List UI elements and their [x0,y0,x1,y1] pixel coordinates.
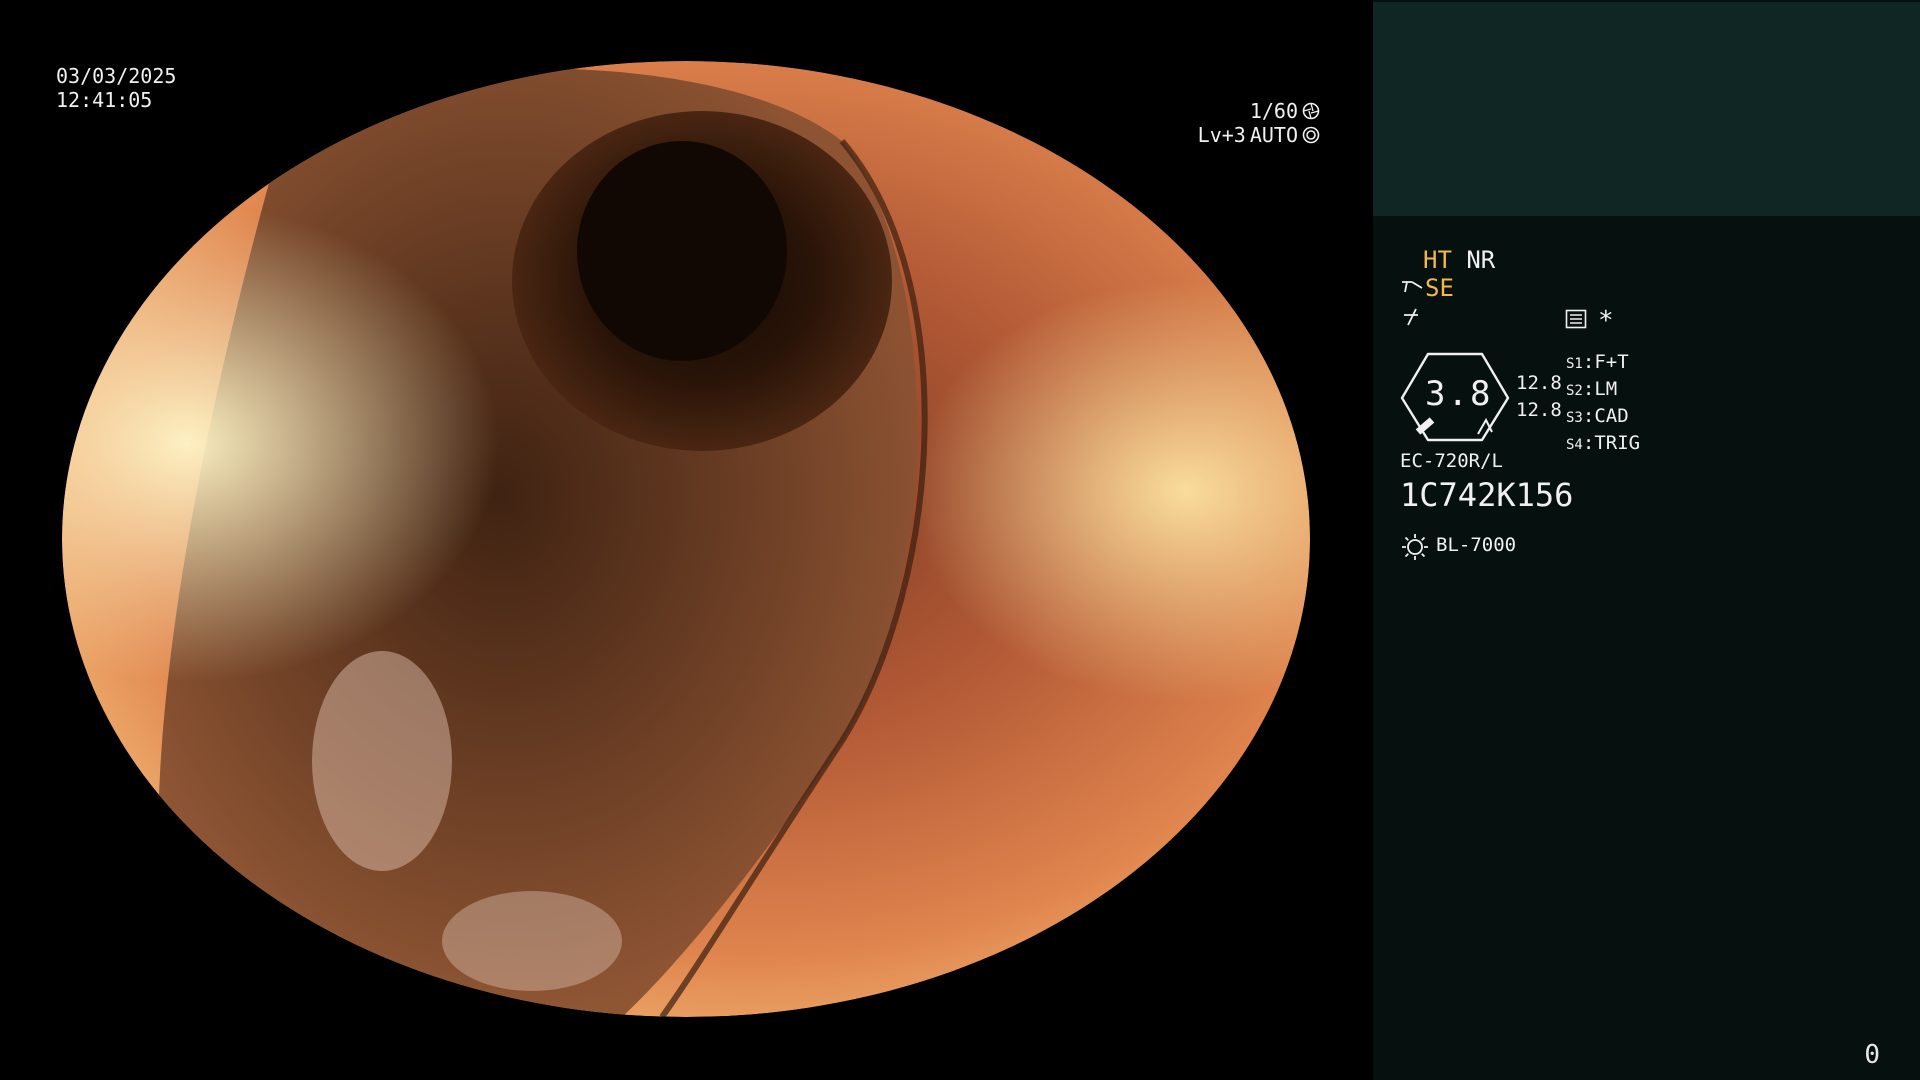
mode-ht: HT [1423,246,1452,274]
exposure-readout: 1/60 Lv+3 AUTO [1198,99,1320,147]
endoscope-view: 03/03/2025 12:41:05 1/60 Lv+3 AUTO [0,0,1372,1080]
side-panel: HT NR SE * 3.8 12.8 12.8 S1:F+T S2:LM S3… [1373,0,1920,1080]
scope-tip-icon [1402,281,1423,293]
image-crop-bottom [0,1017,1372,1080]
colon-lumen-image [62,61,1310,1017]
lamp-icon [1402,534,1428,560]
processing-modes: HT NR [1423,246,1495,274]
iris-icon [1302,126,1320,144]
gauge-side-top: 12.8 [1516,372,1562,394]
switch-s2: S2:LM [1566,378,1618,400]
gauge-side-bottom: 12.8 [1516,399,1562,421]
endoscopic-image [62,61,1310,1017]
switch-s4: S4:TRIG [1566,432,1641,454]
shutter-icon [1302,102,1320,120]
date-text: 03/03/2025 [56,64,177,88]
date-time-readout: 03/03/2025 12:41:05 [56,64,176,112]
mode-se: SE [1425,274,1454,302]
time-text: 12:41:05 [56,88,153,112]
gauge-value: 3.8 [1425,374,1493,414]
star-indicator: * [1598,306,1614,336]
frame-counter: 0 [1864,1040,1880,1070]
patient-info-box [1373,2,1920,216]
shutter-text: 1/60 [1249,99,1298,123]
menu-icon [1565,309,1587,329]
switch-s3: S3:CAD [1566,405,1629,427]
switch-s1: S1:F+T [1566,351,1629,373]
mode-nr: NR [1466,246,1496,274]
image-crop-top [0,0,1372,61]
level-text: Lv+3 [1197,123,1246,147]
scope-serial: 1C742K156 [1400,476,1574,514]
switch-assignments: S1:F+T S2:LM S3:CAD S4:TRIG [1566,350,1640,458]
zap-icon [1404,308,1418,326]
scope-model: EC-720R/L [1400,450,1503,472]
iris-mode-text: AUTO [1249,123,1298,147]
light-source: BL-7000 [1436,534,1517,556]
